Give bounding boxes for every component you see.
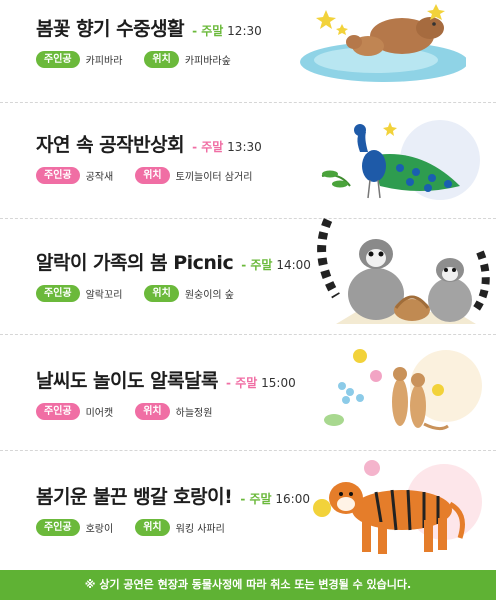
show-row-lemur: 알락이 가족의 봄 Picnic - 주말 14:00 주인공 알락꼬리 위치 원숭이의… <box>0 218 496 334</box>
footer-notice: ※ 상기 공연은 현장과 동물사정에 따라 취소 또는 변경될 수 있습니다. <box>0 570 496 600</box>
place-value: 워킹 사파리 <box>175 524 225 535</box>
show-title: 봄꽃 향기 수중생활 - 주말 12:30 <box>36 18 262 40</box>
lead-badge: 주인공 <box>36 403 80 420</box>
show-title: 자연 속 공작반상회 - 주말 13:30 <box>36 134 262 156</box>
capybara-illustration <box>300 4 466 82</box>
show-meta: 주인공 미어캣 위치 하늘정원 <box>36 403 212 420</box>
place-value: 원숭이의 숲 <box>184 290 235 301</box>
peacock-illustration <box>321 120 480 200</box>
place-value: 토끼늘이터 삼거리 <box>175 172 253 183</box>
place-value: 카피바라숲 <box>184 56 231 67</box>
lead-value: 호랑이 <box>85 524 114 535</box>
lead-badge: 주인공 <box>36 51 80 68</box>
show-row-capybara: 봄꽃 향기 수중생활 - 주말 12:30 주인공 카피바라 위치 카피바라숲 <box>0 0 496 116</box>
place-value: 하늘정원 <box>175 408 213 419</box>
show-meta: 주인공 공작새 위치 토끼늘이터 삼거리 <box>36 167 252 184</box>
show-title: 날씨도 놀이도 알록달록 - 주말 15:00 <box>36 370 296 392</box>
show-row-tiger: 봄기운 불끈 뱅갈 호랑이! - 주말 16:00 주인공 호랑이 위치 워킹 사파리 <box>0 450 496 566</box>
place-badge: 위치 <box>135 403 170 420</box>
lead-badge: 주인공 <box>36 519 80 536</box>
show-row-meerkat: 날씨도 놀이도 알록달록 - 주말 15:00 주인공 미어캣 위치 하늘정원 <box>0 334 496 450</box>
lead-badge: 주인공 <box>36 167 80 184</box>
lead-value: 알락꼬리 <box>85 290 123 301</box>
place-badge: 위치 <box>135 519 170 536</box>
place-badge: 위치 <box>144 51 179 68</box>
show-meta: 주인공 알락꼬리 위치 원숭이의 숲 <box>36 285 234 302</box>
lead-value: 카피바라 <box>85 56 123 67</box>
place-badge: 위치 <box>144 285 179 302</box>
show-meta: 주인공 카피바라 위치 카피바라숲 <box>36 51 231 68</box>
lemur-illustration <box>317 218 490 324</box>
lead-value: 공작새 <box>85 172 114 183</box>
meerkat-illustration <box>324 349 482 431</box>
show-title: 알락이 가족의 봄 Picnic - 주말 14:00 <box>36 252 311 274</box>
show-row-peacock: 자연 속 공작반상회 - 주말 13:30 주인공 공작새 위치 토끼늘이터 삼거리 <box>0 102 496 218</box>
place-badge: 위치 <box>135 167 170 184</box>
tiger-illustration <box>313 460 482 554</box>
show-title: 봄기운 불끈 뱅갈 호랑이! - 주말 16:00 <box>36 486 310 508</box>
lead-value: 미어캣 <box>85 408 114 419</box>
lead-badge: 주인공 <box>36 285 80 302</box>
show-meta: 주인공 호랑이 위치 워킹 사파리 <box>36 519 225 536</box>
